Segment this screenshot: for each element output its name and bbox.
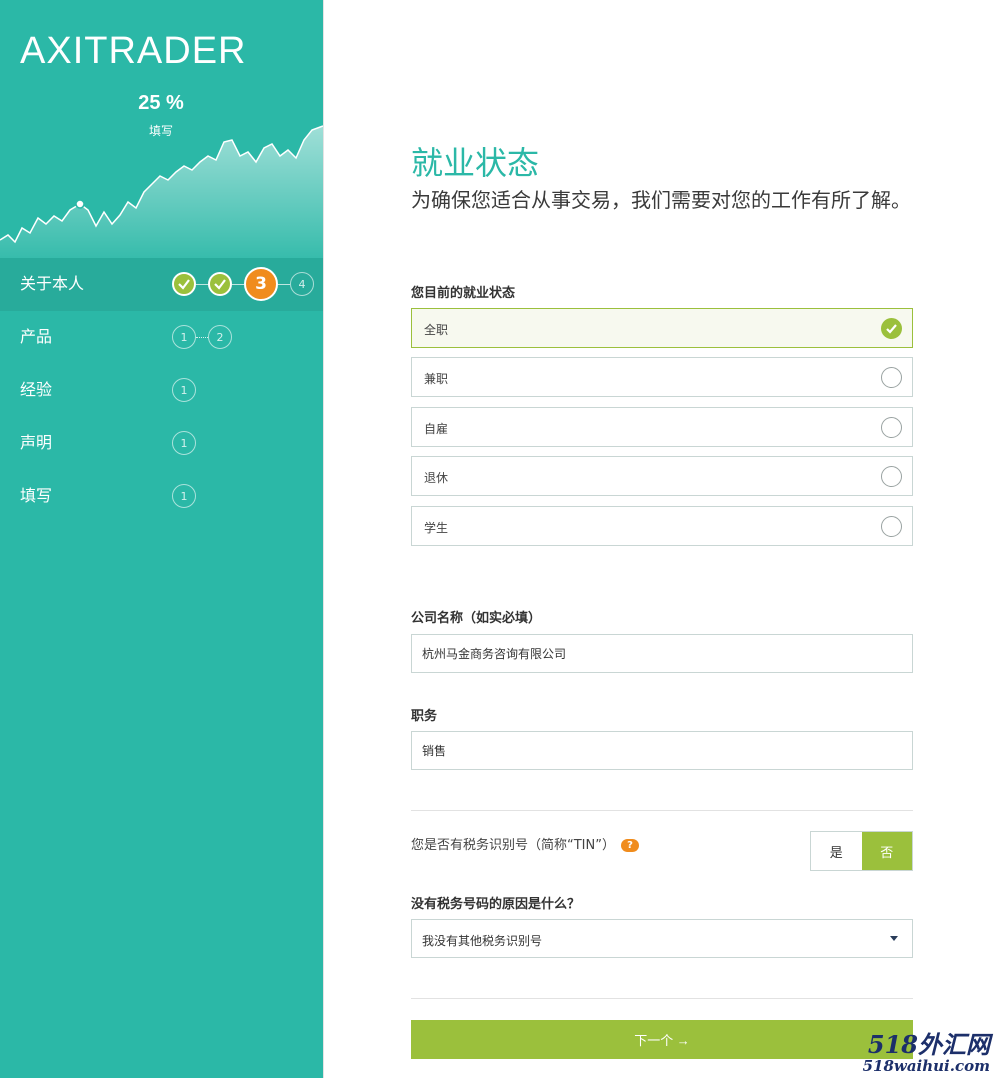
step-circles: 1 2 — [172, 321, 232, 353]
step-label: 关于本人 — [20, 274, 85, 293]
company-name-input[interactable] — [411, 634, 913, 673]
option-label: 自雇 — [424, 422, 449, 436]
watermark-logo: 518外汇网 — [867, 1030, 990, 1059]
progress-chart — [0, 125, 323, 260]
step-circle: 2 — [208, 325, 232, 349]
sidebar: AXITRADER 25 % 填写 关于本人 3 4 产品 1 2 经验 1 声… — [0, 0, 323, 1078]
watermark-url: 518waihui.com — [862, 1057, 990, 1075]
page-title: 就业状态 — [411, 144, 540, 182]
reason-select-value: 我没有其他税务识别号 — [422, 934, 543, 948]
watermark: 518外汇网 518waihui.com — [862, 1030, 990, 1075]
radio-icon — [881, 516, 902, 537]
tin-question: 您是否有税务识别号（简称“TIN”）? — [411, 834, 639, 853]
step-circle: 1 — [172, 325, 196, 349]
option-self-employed[interactable]: 自雇 — [411, 407, 913, 447]
reason-select[interactable]: 我没有其他税务识别号 — [411, 919, 913, 958]
step-products[interactable]: 产品 1 2 — [0, 311, 323, 364]
step-circle: 1 — [172, 484, 196, 508]
tin-question-text: 您是否有税务识别号（简称“TIN”） — [411, 838, 615, 853]
step-complete[interactable]: 填写 1 — [0, 470, 323, 523]
tin-no-button[interactable]: 否 — [861, 832, 912, 870]
option-label: 兼职 — [424, 372, 449, 386]
radio-checked-icon — [881, 318, 902, 339]
axitrader-logo: AXITRADER — [20, 30, 247, 72]
radio-icon — [881, 367, 902, 388]
option-full-time[interactable]: 全职 — [411, 308, 913, 348]
employment-status-label: 您目前的就业状态 — [411, 286, 516, 301]
caret-down-icon — [890, 936, 898, 941]
step-circle: 4 — [290, 272, 314, 296]
step-declaration[interactable]: 声明 1 — [0, 417, 323, 470]
position-input[interactable] — [411, 731, 913, 770]
step-about-me[interactable]: 关于本人 3 4 — [0, 258, 323, 311]
position-label: 职务 — [411, 709, 438, 724]
step-circles: 1 — [172, 480, 196, 512]
option-student[interactable]: 学生 — [411, 506, 913, 546]
company-name-label: 公司名称（如实必填） — [411, 611, 542, 626]
chart-marker — [75, 199, 85, 209]
check-icon — [172, 272, 196, 296]
divider — [411, 810, 913, 811]
step-circles: 1 — [172, 427, 196, 459]
help-icon[interactable]: ? — [620, 839, 639, 852]
option-label: 学生 — [424, 521, 449, 535]
step-circles: 3 4 — [172, 267, 314, 301]
step-label: 经验 — [20, 380, 53, 399]
option-label: 全职 — [424, 323, 449, 337]
step-circle: 1 — [172, 378, 196, 402]
option-retired[interactable]: 退休 — [411, 456, 913, 496]
check-icon — [208, 272, 232, 296]
option-part-time[interactable]: 兼职 — [411, 357, 913, 397]
step-label: 填写 — [20, 486, 53, 505]
next-button[interactable]: 下一个 → — [411, 1020, 913, 1059]
radio-icon — [881, 417, 902, 438]
page-subtitle: 为确保您适合从事交易，我们需要对您的工作有所了解。 — [411, 188, 911, 212]
step-circles: 1 — [172, 374, 196, 406]
chart-area — [0, 126, 323, 260]
tin-toggle: 是 否 — [810, 831, 913, 871]
step-label: 产品 — [20, 327, 53, 346]
step-label: 声明 — [20, 433, 53, 452]
step-list: 关于本人 3 4 产品 1 2 经验 1 声明 1 填写 1 — [0, 258, 323, 523]
divider — [411, 998, 913, 999]
option-label: 退休 — [424, 471, 449, 485]
step-circle: 1 — [172, 431, 196, 455]
tin-yes-button[interactable]: 是 — [811, 832, 862, 870]
main-content: 就业状态 为确保您适合从事交易，我们需要对您的工作有所了解。 您目前的就业状态 … — [323, 0, 1000, 1078]
step-experience[interactable]: 经验 1 — [0, 364, 323, 417]
radio-icon — [881, 466, 902, 487]
step-circle-current: 3 — [244, 267, 278, 301]
reason-label: 没有税务号码的原因是什么？ — [411, 897, 581, 912]
